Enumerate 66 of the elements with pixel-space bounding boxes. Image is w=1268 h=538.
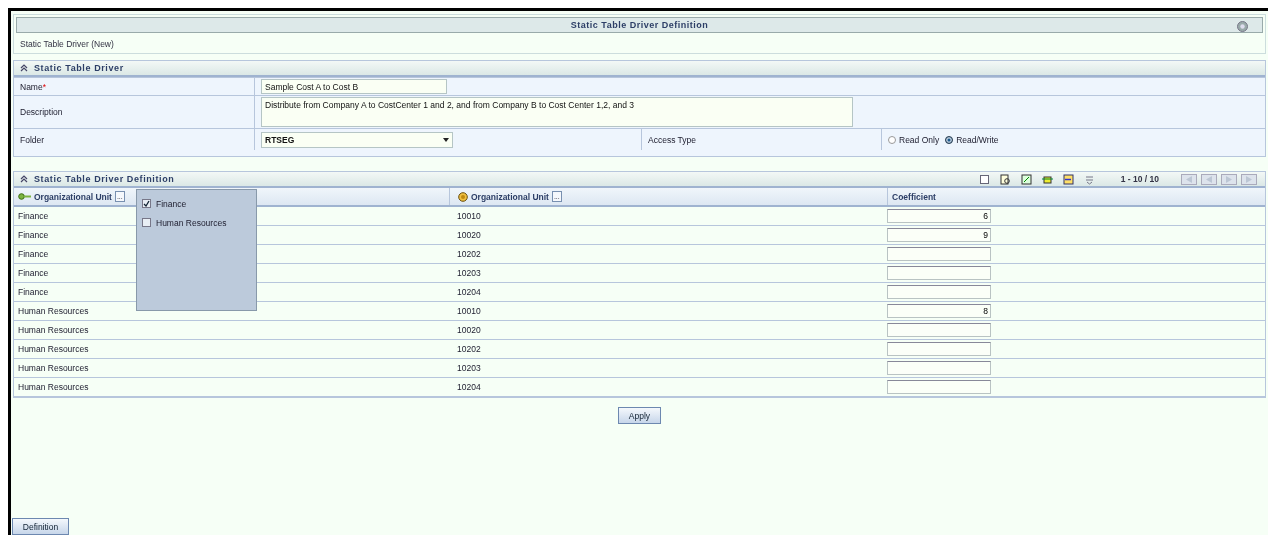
pagination-label: 1 - 10 / 10 xyxy=(1120,174,1159,184)
table-cell: 10020 xyxy=(457,325,481,335)
folder-dropdown[interactable]: RTSEG xyxy=(261,131,453,148)
coin-icon xyxy=(458,191,468,202)
table-cell: Finance xyxy=(18,268,49,278)
checkbox[interactable] xyxy=(142,218,151,227)
radio-label: Read/Write xyxy=(956,134,999,145)
coefficient-field[interactable]: 9 xyxy=(887,228,991,242)
section-title: Static Table Driver xyxy=(34,63,124,73)
document-edit-icon[interactable] xyxy=(1020,173,1032,185)
coefficient-field[interactable] xyxy=(887,342,991,356)
coefficient-field[interactable] xyxy=(887,323,991,337)
table-cell: 10020 xyxy=(457,230,481,240)
table-cell: Human Resources xyxy=(18,306,89,316)
definition-tab[interactable]: Definition xyxy=(12,518,69,535)
key-icon xyxy=(18,193,31,200)
coefficient-field[interactable] xyxy=(887,247,991,261)
menu-option[interactable]: Human Resources xyxy=(156,217,227,228)
coefficient-field[interactable]: 8 xyxy=(887,304,991,318)
column-header: Organizational Unit xyxy=(34,191,112,202)
field-label: Name* xyxy=(20,81,46,92)
table-cell: Human Resources xyxy=(18,382,89,392)
menu-option[interactable]: Finance xyxy=(156,198,187,209)
section-title: Static Table Driver Definition xyxy=(34,174,175,184)
document-search-icon[interactable] xyxy=(999,173,1011,185)
table-cell: Finance xyxy=(18,287,49,297)
window-title: Static Table Driver Definition xyxy=(570,20,709,30)
checkbox-icon[interactable] xyxy=(978,173,990,185)
field-label: Folder xyxy=(20,134,45,145)
coefficient-field[interactable]: 6 xyxy=(887,209,991,223)
help-icon[interactable] xyxy=(1237,21,1248,32)
table-cell: Human Resources xyxy=(18,344,89,354)
navigation-arrows-icon[interactable] xyxy=(1181,173,1259,185)
table-cell: Finance xyxy=(18,249,49,259)
caret-icon xyxy=(443,137,449,142)
column-header: Coefficient xyxy=(892,191,936,202)
coefficient-field[interactable] xyxy=(887,361,991,375)
radio-button[interactable] xyxy=(945,135,954,144)
radio-button[interactable] xyxy=(888,135,896,144)
table-cell: 10010 xyxy=(457,306,481,316)
radio-label: Read Only xyxy=(899,134,940,145)
table-cell: 10202 xyxy=(457,249,481,259)
table-cell: 10202 xyxy=(457,344,481,354)
field-label: Description xyxy=(20,107,63,117)
table-cell: Finance xyxy=(18,230,49,240)
name-field[interactable]: Sample Cost A to Cost B xyxy=(261,79,447,94)
column-header: Organizational Unit xyxy=(471,191,549,202)
page-subtitle: Static Table Driver (New) xyxy=(20,39,114,49)
table-cell: 10204 xyxy=(457,287,481,297)
checkbox[interactable] xyxy=(142,199,151,208)
table-cell: 10203 xyxy=(457,268,481,278)
coefficient-field[interactable] xyxy=(887,285,991,299)
table-cell: Human Resources xyxy=(18,325,89,335)
field-label: Access Type xyxy=(648,134,697,145)
table-cell: Finance xyxy=(18,211,49,221)
coefficient-field[interactable] xyxy=(887,266,991,280)
table-cell: 10203 xyxy=(457,363,481,373)
collapse-icon[interactable] xyxy=(20,64,28,72)
apply-button[interactable]: Apply xyxy=(618,407,661,424)
table-cell: 10010 xyxy=(457,211,481,221)
table-cell: 10204 xyxy=(457,382,481,392)
coefficient-field[interactable] xyxy=(887,380,991,394)
collapse-icon[interactable] xyxy=(20,175,28,183)
table-cell: Human Resources xyxy=(18,363,89,373)
menu-icon[interactable] xyxy=(1083,173,1095,185)
description-field[interactable]: Distribute from Company A to CostCenter 1 and 2, and from Company B to Cost Center 1,2, and 3 xyxy=(261,97,853,127)
